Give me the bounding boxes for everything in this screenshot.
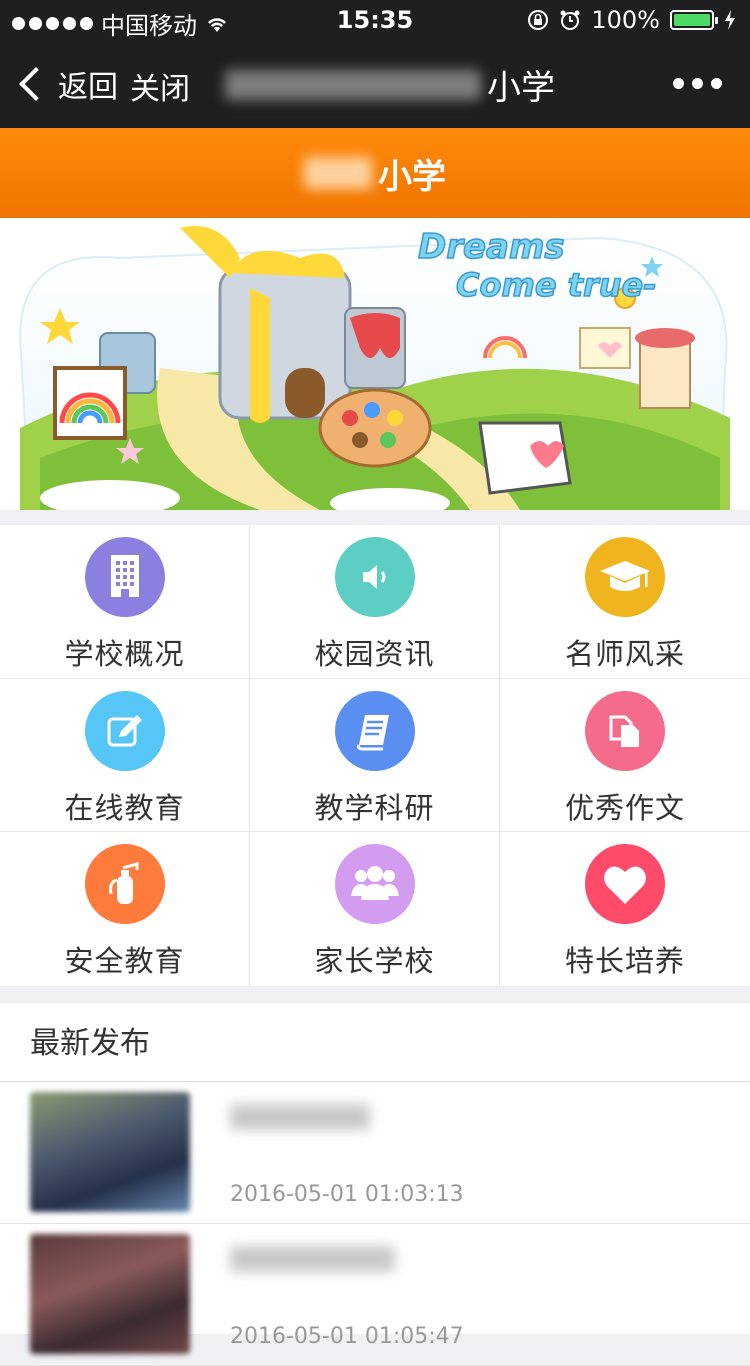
back-button[interactable]: 返回 (18, 62, 118, 106)
list-item[interactable]: 2016-05-01 01:05:47 (0, 1224, 750, 1366)
redacted-text (230, 1246, 395, 1272)
people-icon (334, 844, 415, 925)
graduation-cap-icon (585, 537, 665, 617)
speaker-icon (334, 537, 415, 617)
menu-label: 安全教育 (64, 944, 185, 979)
building-icon (84, 537, 165, 617)
news-title (230, 1246, 401, 1276)
menu-item-excellent-essays[interactable]: 优秀作文 (500, 679, 750, 833)
battery-percent: 100% (591, 6, 660, 34)
heart-icon (585, 844, 665, 925)
redacted-text (225, 69, 481, 100)
menu-label: 特长培养 (564, 944, 685, 979)
menu-label: 学校概况 (64, 637, 185, 671)
menu-item-campus-news[interactable]: 校园资讯 (250, 525, 500, 679)
book-icon (334, 690, 415, 771)
redacted-text (304, 157, 372, 189)
menu-item-famous-teachers[interactable]: 名师风采 (500, 525, 750, 679)
list-item[interactable]: 2016-05-01 01:03:13 (0, 1082, 750, 1224)
feature-menu-grid: 学校概况 校园资讯 名师风采 在线教育 教学科研 优秀作文 安全教育 家长学校 … (0, 525, 750, 986)
navigation-bar: 返回 关闭 小学 (0, 40, 750, 128)
menu-label: 校园资讯 (314, 637, 435, 671)
edit-icon (84, 690, 165, 771)
status-right: 100% (527, 6, 736, 34)
status-bar: 中国移动 15:35 100% (0, 0, 750, 40)
menu-item-online-education[interactable]: 在线教育 (0, 678, 250, 833)
charging-icon (725, 10, 735, 30)
banner-illustration: Dreams Come true- (0, 218, 750, 510)
redacted-text (230, 1104, 370, 1130)
menu-label: 教学科研 (314, 790, 435, 825)
school-header: 小学 (0, 128, 750, 218)
rotation-lock-icon (528, 10, 549, 30)
menu-label: 优秀作文 (564, 790, 685, 825)
banner-text-line2: Come true- (456, 266, 657, 304)
news-thumbnail (30, 1234, 190, 1354)
school-name: 小学 (378, 156, 446, 197)
fire-extinguisher-icon (84, 844, 165, 925)
menu-label: 名师风采 (564, 637, 685, 671)
news-title (230, 1104, 376, 1134)
section-title: 最新发布 (0, 1003, 750, 1082)
copy-icon (585, 690, 665, 771)
chevron-left-icon (19, 67, 53, 101)
menu-item-safety-education[interactable]: 安全教育 (0, 832, 250, 986)
close-button[interactable]: 关闭 (130, 64, 190, 108)
page-title-text: 小学 (487, 68, 555, 108)
news-thumbnail (30, 1092, 190, 1212)
menu-item-school-overview[interactable]: 学校概况 (0, 525, 250, 679)
back-label: 返回 (58, 70, 118, 105)
news-timestamp: 2016-05-01 01:03:13 (230, 1182, 464, 1207)
banner-text-line1: Dreams (418, 227, 565, 267)
latest-section: 最新发布 2016-05-01 01:03:13 2016-05-01 01:0… (0, 1003, 750, 1366)
more-menu-button[interactable] (673, 78, 722, 89)
menu-item-talent-training[interactable]: 特长培养 (500, 832, 750, 986)
menu-label: 在线教育 (64, 790, 185, 825)
banner-carousel[interactable]: Dreams Come true- (0, 218, 750, 510)
menu-label: 家长学校 (314, 944, 435, 979)
page-title: 小学 (225, 60, 555, 109)
menu-item-teaching-research[interactable]: 教学科研 (250, 678, 500, 833)
alarm-icon (560, 10, 580, 30)
menu-item-parent-school[interactable]: 家长学校 (250, 832, 500, 986)
news-timestamp: 2016-05-01 01:05:47 (230, 1324, 464, 1349)
battery-icon (670, 10, 718, 30)
